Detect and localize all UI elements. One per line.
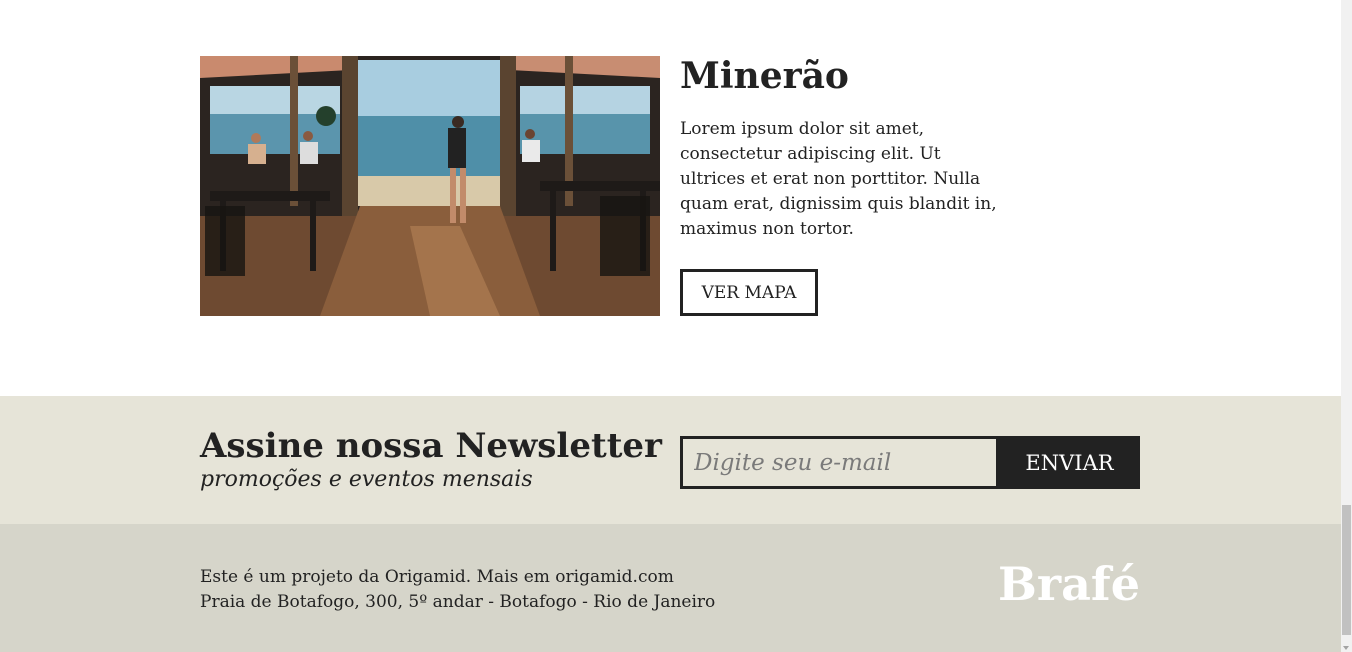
vertical-scrollbar[interactable] xyxy=(1341,0,1352,652)
store-photo-image xyxy=(200,56,660,316)
scrollbar-down-arrow-icon[interactable] xyxy=(1343,646,1349,650)
page: Minerão Lorem ipsum dolor sit amet, cons… xyxy=(0,0,1341,652)
newsletter-submit-button[interactable]: ENVIAR xyxy=(999,436,1140,489)
store-title: Minerão xyxy=(680,55,849,97)
footer: Este é um projeto da Origamid. Mais em o… xyxy=(0,524,1341,652)
newsletter-section: Assine nossa Newsletter promoções e even… xyxy=(0,396,1341,524)
footer-address: Praia de Botafogo, 300, 5º andar - Botaf… xyxy=(200,592,716,612)
newsletter-email-input[interactable] xyxy=(680,436,999,489)
view-map-button[interactable]: VER MAPA xyxy=(680,269,818,316)
scrollbar-thumb[interactable] xyxy=(1342,505,1351,635)
store-photo xyxy=(200,56,660,316)
footer-credit: Este é um projeto da Origamid. Mais em o… xyxy=(200,567,674,587)
newsletter-title: Assine nossa Newsletter xyxy=(200,426,662,466)
store-section: Minerão Lorem ipsum dolor sit amet, cons… xyxy=(0,0,1341,396)
newsletter-subtitle: promoções e eventos mensais xyxy=(200,467,533,492)
footer-logo: Brafé xyxy=(998,557,1140,611)
store-description: Lorem ipsum dolor sit amet, consectetur … xyxy=(680,119,997,239)
